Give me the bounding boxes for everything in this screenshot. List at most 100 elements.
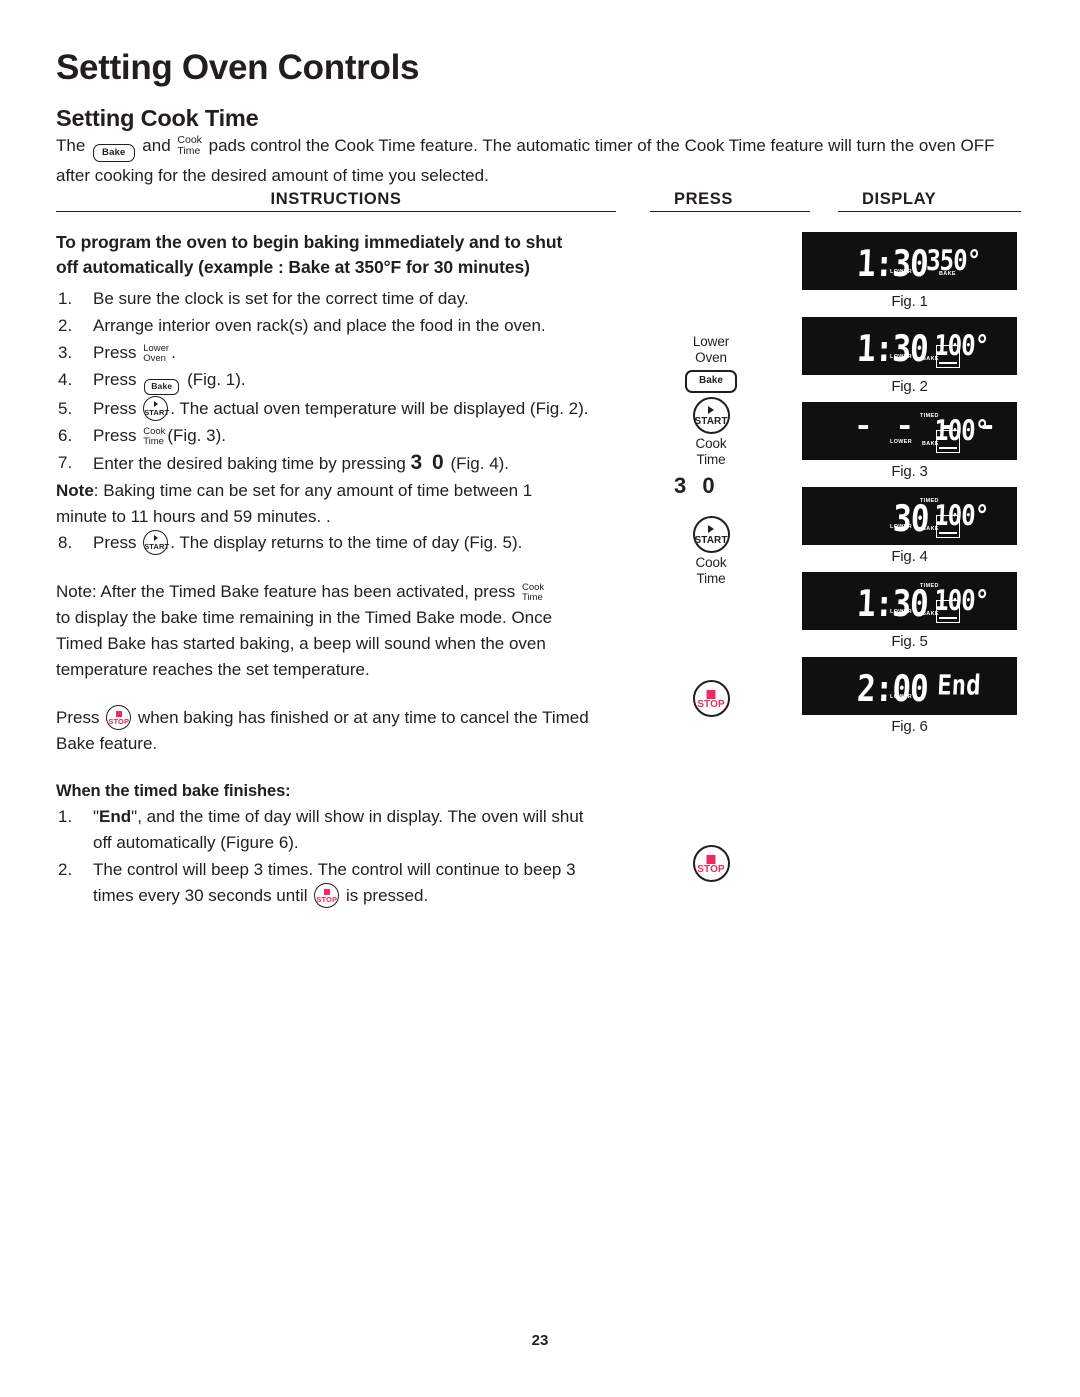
intro-after: pads control the Cook Time feature. The … [208,136,995,155]
column-header-press: PRESS [674,190,733,208]
lcd-time: 30 [891,498,929,541]
start-pad-icon: START [143,530,170,555]
press-cook-time[interactable]: Cook Time [670,436,752,468]
cook-time-pad-line1: Cook [177,133,202,146]
step-number: 8. [58,533,73,552]
instruction-step: 1. Be sure the clock is set for the corr… [56,286,666,312]
play-triangle-icon [153,401,158,407]
lcd-indicator-lower: LOWER [890,524,913,530]
lcd-indicator-lower: LOWER [890,694,913,700]
press-stop-button[interactable]: STOP [670,680,752,722]
lcd-panel: 1:30 100° LOWER BAKE [802,317,1017,375]
page-number: 23 [531,1332,549,1349]
step-text: Press [93,343,137,362]
step-text: Enter the desired baking time by pressin… [93,454,406,473]
note-label: Note [56,481,94,500]
figure-2: 1:30 100° LOWER BAKE Fig. 2 [802,317,1017,395]
lcd-time: 1:30 [856,328,929,371]
stop-pad-icon: STOP [106,705,132,730]
figure-caption: Fig. 4 [891,548,928,565]
stop-square-icon [323,888,330,895]
header-rule-instructions [56,211,616,212]
stop-button[interactable]: STOP [692,680,730,717]
lcd-oven-icon [936,515,960,538]
instruction-step: 2. Arrange interior oven rack(s) and pla… [56,313,666,339]
press-bake-button[interactable]: Bake [670,370,752,393]
cook-time-line1: Cook [143,425,166,437]
stop-square-icon [706,689,716,699]
figure-caption: Fig. 6 [891,718,928,735]
press-start-button[interactable]: START [670,397,752,439]
instruction-step: 8. Press START . The display returns to … [56,530,666,556]
lower-oven-line1: Lower [143,342,170,354]
lcd-end-text: End [936,669,982,702]
stop-square-icon [115,710,122,717]
step-text-post: . [171,343,176,362]
step-text: Press [93,370,137,389]
start-button-label: START [694,535,728,546]
step-number: 6. [58,426,73,445]
instruction-step: 3. Press Lower Oven . [56,340,666,366]
stop-button-label: STOP [697,864,725,875]
instruction-step: 6. Press Cook Time (Fig. 3). [56,423,666,449]
page-title: Setting Oven Controls [56,48,420,87]
column-header-display: DISPLAY [862,190,937,208]
press-cook-time-line1: Cook [695,436,727,451]
play-triangle-icon [708,525,714,533]
figure-caption: Fig. 1 [891,293,928,310]
note2-line2: to display the bake time remaining in th… [56,608,553,627]
press-lower-oven: Lower Oven [670,334,752,366]
lcd-indicator-lower: LOWER [890,609,913,615]
bake-button-label: Bake [685,370,737,393]
finish-text: ", and the time of day will show in disp… [131,807,584,826]
cook-time-pad-icon: Cook Time [143,425,166,448]
start-button-label: START [694,416,728,427]
press-cook-time-line1: Cook [695,555,727,570]
cook-time-pad-line2: Time [177,145,201,157]
instruction-step: 5. Press START . The actual oven tempera… [56,396,666,422]
instructions-column: To program the oven to begin baking imme… [56,230,666,910]
step-text-post: . The display returns to the time of day… [170,533,523,552]
cook-time-pad-icon: Cook Time [177,133,202,158]
press-lower-oven-line1: Lower [692,334,730,349]
lcd-panel: - - - - 100° TIMED LOWER BAKE [802,402,1017,460]
start-button[interactable]: START [692,516,730,553]
note-text-line2: minute to 11 hours and 59 minutes. . [56,507,331,526]
lower-oven-line2: Oven [143,353,166,364]
press-digits-30[interactable]: 3 0 [674,473,756,499]
procedure-heading-line1: To program the oven to begin baking imme… [56,232,563,252]
step-text: Press [93,533,137,552]
lcd-indicator-timed: TIMED [920,498,939,504]
lcd-indicator-lower: LOWER [890,439,913,445]
cook-time-line1: Cook [522,581,545,593]
procedure-heading: To program the oven to begin baking imme… [56,230,666,280]
figure-caption: Fig. 2 [891,378,928,395]
finish-text-line2: off automatically (Figure 6). [93,833,299,852]
step-text: Arrange interior oven rack(s) and place … [93,316,546,335]
press-start-button-2[interactable]: START [670,516,752,558]
intro-paragraph: The Bake and Cook Time pads control the … [56,133,1021,189]
press-stop-button-2[interactable]: STOP [670,845,752,887]
instruction-step: 2. The control will beep 3 times. The co… [56,857,666,909]
header-rule-press [650,211,810,212]
instruction-step: 4. Press Bake (Fig. 1). [56,367,666,395]
stop-button[interactable]: STOP [692,845,730,882]
intro-line2: after cooking for the desired amount of … [56,166,489,185]
lcd-indicator-bake: BAKE [939,271,956,277]
numeric-pad-30: 3 0 [410,451,446,474]
step-number: 1. [58,289,73,308]
press-cook-time-2[interactable]: Cook Time [670,555,752,587]
lcd-indicator-timed: TIMED [920,413,939,419]
figure-4: 30 100° TIMED LOWER BAKE Fig. 4 [802,487,1017,565]
stop-cancel-paragraph: Press STOP when baking has finished or a… [56,705,666,757]
bake-pad-icon: Bake [93,144,135,162]
start-pad-label: START [144,542,170,551]
end-word: End [99,807,132,826]
start-pad-icon: START [143,396,169,421]
start-button[interactable]: START [692,397,730,434]
stop-pad-label: STOP [316,895,338,904]
instruction-step: 1. "End", and the time of day will show … [56,804,666,856]
step-number: 5. [58,399,73,418]
